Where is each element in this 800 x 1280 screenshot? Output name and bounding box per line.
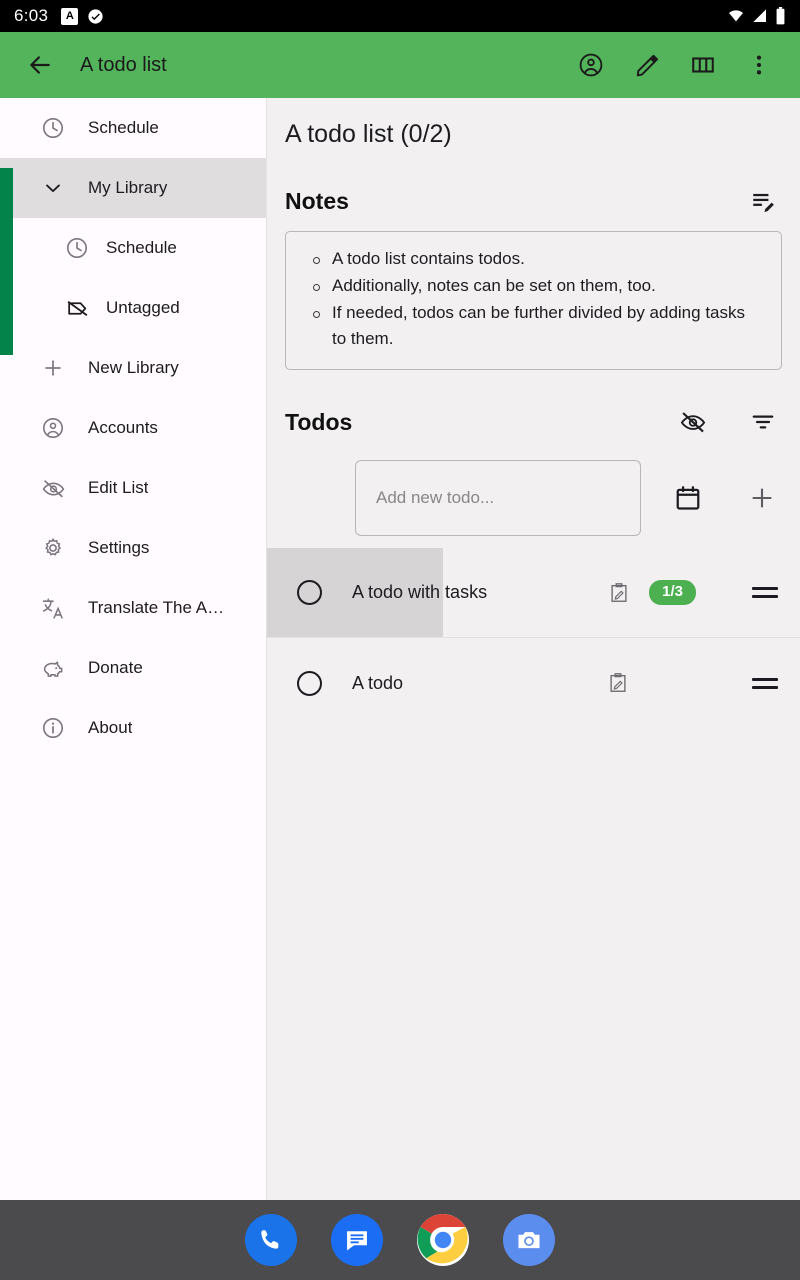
screen-root: 6:03 A A todo list Schedule My Library S…	[0, 0, 800, 1280]
drawer-accent-bar	[0, 168, 13, 355]
sidebar-item-settings[interactable]: Settings	[0, 518, 266, 578]
sidebar-item-about[interactable]: About	[0, 698, 266, 758]
status-badge: 1/3	[649, 580, 696, 605]
todos-section-title: Todos	[285, 408, 353, 435]
sidebar-item-new-library[interactable]: New Library	[0, 338, 266, 398]
sidebar-item-schedule-sub[interactable]: Schedule	[0, 218, 266, 278]
sidebar-item-label: Schedule	[106, 238, 177, 257]
sidebar-item-label: My Library	[88, 178, 168, 197]
camera-icon[interactable]	[503, 1214, 555, 1266]
clock-icon	[40, 115, 66, 141]
notes-card[interactable]: A todo list contains todos. Additionally…	[285, 231, 782, 370]
translate-icon	[40, 595, 66, 621]
todo-meta	[606, 671, 630, 695]
gear-icon	[40, 535, 66, 561]
wifi-icon	[729, 10, 743, 22]
todo-meta: 1/3	[607, 580, 696, 605]
sidebar-item-label: Schedule	[88, 118, 159, 137]
app-bar: A todo list	[0, 32, 800, 98]
plus-icon	[40, 355, 66, 381]
drag-handle-icon[interactable]	[752, 670, 778, 696]
add-todo-actions	[672, 482, 778, 514]
note-clipboard-icon[interactable]	[606, 671, 630, 695]
back-button[interactable]	[18, 43, 62, 87]
table-row[interactable]: A todo	[267, 638, 800, 728]
sidebar-item-label: Translate The A…	[88, 598, 225, 617]
messages-icon[interactable]	[331, 1214, 383, 1266]
filter-sort-icon[interactable]	[748, 407, 778, 437]
list-item: If needed, todos can be further divided …	[304, 300, 763, 352]
content-area: Schedule My Library Schedule Untagged Ne…	[0, 98, 800, 1200]
battery-icon	[776, 7, 785, 25]
sidebar-item-donate[interactable]: Donate	[0, 638, 266, 698]
navigation-drawer: Schedule My Library Schedule Untagged Ne…	[0, 98, 267, 1200]
status-clock: 6:03	[14, 6, 49, 25]
status-bar: 6:03 A	[0, 0, 800, 32]
visibility-off-icon[interactable]	[678, 407, 708, 437]
app-bar-title: A todo list	[80, 53, 167, 76]
app-bar-actions	[574, 48, 776, 82]
status-left-icons: A	[61, 7, 104, 25]
chrome-icon[interactable]	[417, 1214, 469, 1266]
check-circle-icon	[88, 8, 103, 24]
info-icon	[40, 715, 66, 741]
sidebar-item-translate[interactable]: Translate The A…	[0, 578, 266, 638]
label-off-icon	[64, 295, 90, 321]
cellular-signal-icon	[753, 9, 766, 22]
phone-icon[interactable]	[245, 1214, 297, 1266]
add-todo-input[interactable]	[355, 460, 641, 536]
main-content: A todo list (0/2) Notes A todo list cont…	[267, 98, 800, 1200]
system-dock	[0, 1200, 800, 1280]
todos-section-header: Todos	[267, 396, 800, 448]
add-todo-row	[267, 448, 800, 548]
todo-label: A todo with tasks	[352, 582, 488, 602]
note-clipboard-icon[interactable]	[607, 581, 631, 605]
list-item: A todo list contains todos.	[304, 246, 763, 272]
edit-pencil-icon[interactable]	[630, 48, 664, 82]
sidebar-item-label: Edit List	[88, 478, 149, 497]
table-row[interactable]: A todo with tasks 1/3	[267, 548, 800, 638]
sidebar-item-my-library[interactable]: My Library	[0, 158, 266, 218]
sidebar-item-label: Untagged	[106, 298, 180, 317]
edit-note-icon[interactable]	[748, 186, 778, 216]
todo-checkbox[interactable]	[297, 580, 322, 605]
todos-section-actions	[678, 407, 778, 437]
sidebar-item-label: Settings	[88, 538, 150, 557]
account-circle-icon	[40, 415, 66, 441]
clock-icon	[64, 235, 90, 261]
sidebar-item-untagged[interactable]: Untagged	[0, 278, 266, 338]
sidebar-item-label: About	[88, 718, 133, 737]
sidebar-item-label: New Library	[88, 358, 179, 377]
calendar-icon[interactable]	[672, 482, 704, 514]
main-scrollbar[interactable]	[796, 98, 800, 1200]
arrow-back-icon	[30, 56, 50, 74]
sidebar-item-accounts[interactable]: Accounts	[0, 398, 266, 458]
sidebar-item-label: Donate	[88, 658, 143, 677]
todo-checkbox[interactable]	[297, 670, 322, 696]
list-item: Additionally, notes can be set on them, …	[304, 273, 763, 299]
notes-section-header: Notes	[267, 175, 800, 227]
chevron-down-icon	[40, 177, 66, 199]
piggy-bank-icon	[40, 655, 66, 681]
more-vert-icon[interactable]	[742, 48, 776, 82]
drag-handle-icon[interactable]	[752, 580, 778, 606]
account-circle-icon[interactable]	[574, 48, 608, 82]
sidebar-item-label: Accounts	[88, 418, 158, 437]
plus-icon[interactable]	[746, 482, 778, 514]
notes-section-title: Notes	[285, 187, 349, 214]
status-right-icons	[727, 7, 786, 25]
notes-section-actions	[748, 186, 778, 216]
sidebar-item-edit-list[interactable]: Edit List	[0, 458, 266, 518]
sidebar-item-schedule-top[interactable]: Schedule	[0, 98, 266, 158]
view-column-icon[interactable]	[686, 48, 720, 82]
letter-a-badge-icon: A	[61, 7, 79, 25]
todo-label: A todo	[352, 672, 404, 693]
page-title: A todo list (0/2)	[285, 120, 452, 148]
visibility-off-icon	[40, 475, 66, 501]
notes-list: A todo list contains todos. Additionally…	[304, 246, 763, 352]
